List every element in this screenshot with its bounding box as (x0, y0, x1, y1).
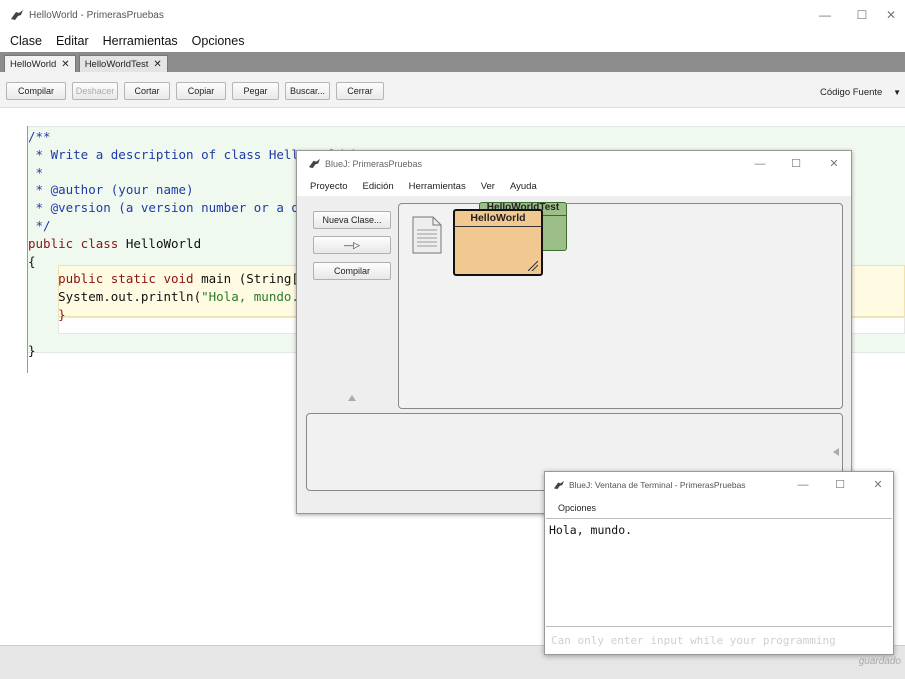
terminal-maximize-button[interactable]: ☐ (825, 472, 855, 497)
bluej-minimize-button[interactable]: — (745, 151, 775, 176)
undo-button[interactable]: Deshacer (72, 82, 118, 100)
bluej-bird-icon (309, 158, 320, 169)
class-box-helloworld[interactable]: HelloWorld (453, 209, 543, 276)
code-line: } (28, 342, 36, 358)
uncompiled-hatch-icon (528, 261, 538, 271)
terminal-input[interactable]: Can only enter input while your programm… (546, 629, 892, 653)
code-line: * @version (a version number or a date) (28, 200, 330, 216)
triangle-up-icon[interactable] (348, 395, 356, 401)
menu-ver[interactable]: Ver (481, 181, 495, 192)
readme-note-icon[interactable] (412, 216, 442, 254)
code-line: * @author (your name) (28, 182, 194, 198)
code-text: System.out.println( (28, 289, 202, 305)
new-class-button[interactable]: Nueva Clase... (313, 211, 391, 229)
menu-clase[interactable]: Clase (10, 34, 42, 48)
terminal-window: BlueJ: Ventana de Terminal - PrimerasPru… (544, 471, 894, 655)
minimize-button[interactable]: — (805, 0, 845, 30)
class-name: HelloWorld (455, 211, 541, 227)
compile-button[interactable]: Compilar (6, 82, 66, 100)
menu-edicion[interactable]: Edición (363, 181, 394, 192)
code-line: */ (28, 217, 51, 233)
copy-button[interactable]: Copiar (176, 82, 226, 100)
bluej-maximize-button[interactable]: ☐ (781, 151, 811, 176)
chevron-down-icon: ▼ (893, 87, 901, 97)
close-editor-button[interactable]: Cerrar (336, 82, 384, 100)
bluej-bird-icon (554, 480, 564, 489)
class-diagram-canvas[interactable]: HelloWorldTest HelloWorld (398, 202, 843, 409)
code-line: /** (28, 129, 51, 144)
code-string: "Hola, mundo." (201, 289, 307, 305)
code-line: } (28, 306, 66, 322)
tab-helloworld[interactable]: HelloWorld ✕ (4, 55, 76, 72)
code-keyword: public static void (28, 271, 194, 287)
code-keyword: public class (28, 235, 119, 251)
code-line: { (28, 253, 36, 269)
menu-herramientas[interactable]: Herramientas (409, 181, 466, 192)
terminal-menu-bar: Opciones (545, 498, 893, 518)
maximize-button[interactable]: ☐ (842, 0, 882, 30)
window-title: HelloWorld - PrimerasPruebas (29, 9, 164, 21)
close-button[interactable]: ✕ (877, 0, 905, 30)
bluej-menu-bar: Proyecto Edición Herramientas Ver Ayuda (297, 176, 851, 196)
bluej-compile-button[interactable]: Compilar (313, 262, 391, 280)
menu-bar: Clase Editar Herramientas Opciones (0, 30, 905, 52)
menu-opciones[interactable]: Opciones (558, 503, 596, 513)
terminal-window-title: BlueJ: Ventana de Terminal - PrimerasPru… (569, 479, 746, 490)
cut-button[interactable]: Cortar (124, 82, 170, 100)
tab-close-icon[interactable]: ✕ (153, 59, 161, 70)
terminal-minimize-button[interactable]: — (788, 472, 818, 497)
tab-helloworldtest[interactable]: HelloWorldTest ✕ (78, 55, 168, 72)
view-selector-value: Código Fuente (820, 86, 883, 98)
terminal-output[interactable]: Hola, mundo. (546, 518, 892, 627)
find-button[interactable]: Buscar... (285, 82, 330, 100)
bluej-window-title: BlueJ: PrimerasPruebas (325, 158, 423, 169)
triangle-left-icon[interactable] (833, 448, 839, 456)
saved-status: guardado (858, 656, 901, 667)
menu-editar[interactable]: Editar (56, 34, 89, 48)
tab-label: HelloWorld (10, 58, 57, 70)
code-text: HelloWorld (118, 235, 202, 251)
bluej-project-window: BlueJ: PrimerasPruebas — ☐ ✕ Proyecto Ed… (296, 150, 852, 514)
view-selector[interactable]: Código Fuente ▼ (810, 82, 905, 102)
main-title-bar: HelloWorld - PrimerasPruebas (0, 0, 905, 30)
code-line: * (28, 164, 44, 180)
bluej-close-button[interactable]: ✕ (819, 151, 849, 176)
menu-herramientas[interactable]: Herramientas (103, 34, 178, 48)
editor-toolbar: Compilar Deshacer Cortar Copiar Pegar Bu… (0, 72, 905, 108)
tab-label: HelloWorldTest (84, 58, 149, 70)
menu-proyecto[interactable]: Proyecto (310, 181, 348, 192)
menu-opciones[interactable]: Opciones (192, 34, 245, 48)
menu-ayuda[interactable]: Ayuda (510, 181, 537, 192)
editor-tab-bar: HelloWorld ✕ HelloWorldTest ✕ (0, 52, 905, 72)
new-arrow-button[interactable]: —▷ (313, 236, 391, 254)
bluej-bird-icon (11, 10, 23, 20)
terminal-close-button[interactable]: ✕ (863, 472, 893, 497)
tab-close-icon[interactable]: ✕ (61, 59, 69, 70)
paste-button[interactable]: Pegar (232, 82, 279, 100)
